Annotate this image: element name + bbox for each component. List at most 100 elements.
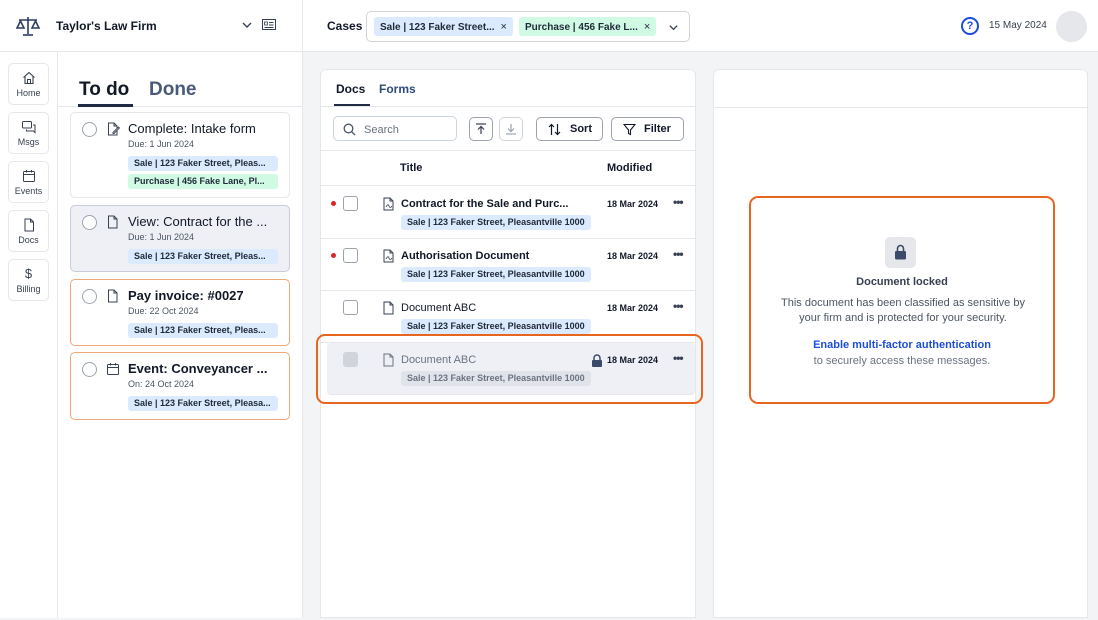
rail-item-events[interactable]: Events bbox=[8, 161, 49, 203]
document-title: Document ABC bbox=[401, 302, 477, 314]
row-checkbox[interactable] bbox=[343, 248, 358, 263]
invoice-icon bbox=[108, 289, 118, 303]
task-title: Event: Conveyancer ... bbox=[128, 361, 268, 376]
table-row[interactable]: Authorisation Document Sale | 123 Faker … bbox=[321, 239, 695, 291]
app-header: Taylor's Law Firm Cases Sale | 123 Faker… bbox=[0, 0, 1098, 52]
document-modified: 18 Mar 2024 bbox=[607, 303, 659, 313]
todo-panel: To do Done Complete: Intake form Due: 1 … bbox=[58, 52, 303, 618]
tab-forms[interactable]: Forms bbox=[379, 82, 416, 96]
scales-icon bbox=[16, 17, 40, 36]
download-button[interactable] bbox=[499, 117, 523, 141]
task-complete-radio[interactable] bbox=[82, 122, 97, 137]
rail-item-label: Billing bbox=[16, 284, 41, 294]
upload-icon bbox=[476, 123, 486, 134]
docs-tabs: Docs Forms bbox=[321, 70, 695, 107]
task-title: View: Contract for the ... bbox=[128, 214, 268, 229]
task-card[interactable]: Event: Conveyancer ... On: 24 Oct 2024 S… bbox=[70, 352, 290, 420]
filter-label: Filter bbox=[644, 123, 671, 135]
active-tab-underline bbox=[78, 104, 133, 107]
lock-badge bbox=[885, 237, 916, 268]
rail-item-home[interactable]: Home bbox=[8, 63, 49, 105]
help-icon[interactable]: ? bbox=[961, 17, 979, 35]
task-due: Due: 22 Oct 2024 bbox=[128, 306, 199, 316]
more-options-icon[interactable]: ••• bbox=[673, 195, 684, 209]
chevron-down-icon[interactable] bbox=[668, 22, 679, 33]
highlight-locked-row bbox=[316, 334, 703, 404]
case-chip-label: Purchase | 456 Fake L... bbox=[525, 22, 638, 33]
upload-button[interactable] bbox=[469, 117, 493, 141]
document-title: Contract for the Sale and Purc... bbox=[401, 198, 569, 210]
cases-multiselect[interactable]: Sale | 123 Faker Street... × Purchase | 4… bbox=[366, 11, 690, 42]
rail-item-docs[interactable]: Docs bbox=[8, 210, 49, 252]
task-card[interactable]: Complete: Intake form Due: 1 Jun 2024 Sa… bbox=[70, 112, 290, 198]
task-case-chip: Sale | 123 Faker Street, Pleas... bbox=[128, 249, 278, 264]
chevron-down-icon[interactable] bbox=[241, 19, 253, 31]
task-case-chip: Purchase | 456 Fake Lane, Pl... bbox=[128, 174, 278, 189]
signature-document-icon bbox=[383, 197, 394, 211]
sort-icon bbox=[548, 123, 561, 136]
document-view-icon bbox=[108, 215, 118, 229]
task-case-chip: Sale | 123 Faker Street, Pleas... bbox=[128, 323, 278, 338]
remove-chip-icon[interactable]: × bbox=[644, 21, 650, 33]
task-complete-radio[interactable] bbox=[82, 289, 97, 304]
document-icon bbox=[24, 218, 34, 232]
preview-divider bbox=[714, 107, 1087, 108]
firm-selector[interactable]: Taylor's Law Firm bbox=[0, 0, 303, 52]
firm-name: Taylor's Law Firm bbox=[56, 19, 157, 33]
document-case-chip: Sale | 123 Faker Street, Pleasantville 1… bbox=[401, 267, 591, 282]
locked-title: Document locked bbox=[856, 276, 948, 288]
document-modified: 18 Mar 2024 bbox=[607, 199, 659, 209]
dollar-icon: $ bbox=[24, 266, 33, 281]
task-case-chip: Sale | 123 Faker Street, Pleas... bbox=[128, 156, 278, 171]
task-card[interactable]: Pay invoice: #0027 Due: 22 Oct 2024 Sale… bbox=[70, 279, 290, 346]
rail-item-label: Home bbox=[16, 88, 41, 98]
row-checkbox[interactable] bbox=[343, 196, 358, 211]
avatar[interactable] bbox=[1056, 11, 1087, 42]
locked-description: This document has been classified as sen… bbox=[781, 297, 1025, 324]
form-edit-icon bbox=[108, 122, 120, 136]
case-chip-label: Sale | 123 Faker Street... bbox=[380, 22, 495, 33]
column-title[interactable]: Title bbox=[400, 162, 422, 174]
remove-chip-icon[interactable]: × bbox=[501, 21, 507, 33]
table-header: Title Modified bbox=[321, 150, 695, 186]
rail-item-label: Docs bbox=[18, 235, 39, 245]
tab-to-do[interactable]: To do bbox=[79, 79, 129, 101]
filter-button[interactable]: Filter bbox=[611, 117, 684, 141]
document-case-chip: Sale | 123 Faker Street, Pleasantville 1… bbox=[401, 215, 591, 230]
task-complete-radio[interactable] bbox=[82, 362, 97, 377]
rail-item-billing[interactable]: $ Billing bbox=[8, 259, 49, 301]
case-chip-sale[interactable]: Sale | 123 Faker Street... × bbox=[374, 17, 513, 36]
task-due: On: 24 Oct 2024 bbox=[128, 379, 195, 389]
document-icon bbox=[383, 301, 394, 315]
tab-docs[interactable]: Docs bbox=[336, 82, 365, 96]
sort-button[interactable]: Sort bbox=[536, 117, 603, 141]
document-case-chip: Sale | 123 Faker Street, Pleasantville 1… bbox=[401, 319, 591, 334]
task-card[interactable]: View: Contract for the ... Due: 1 Jun 20… bbox=[70, 205, 290, 272]
document-title: Authorisation Document bbox=[401, 250, 530, 262]
calendar-icon bbox=[107, 363, 119, 375]
task-case-chip: Sale | 123 Faker Street, Pleasa... bbox=[128, 396, 278, 411]
search-placeholder: Search bbox=[364, 124, 399, 136]
search-input[interactable]: Search bbox=[333, 116, 457, 141]
document-modified: 18 Mar 2024 bbox=[607, 251, 659, 261]
row-checkbox[interactable] bbox=[343, 300, 358, 315]
mfa-subtext: to securely access these messages. bbox=[813, 355, 991, 367]
rail-item-msgs[interactable]: Msgs bbox=[8, 112, 49, 154]
table-row[interactable]: Contract for the Sale and Purc... Sale |… bbox=[321, 187, 695, 239]
task-title: Pay invoice: #0027 bbox=[128, 288, 244, 303]
calendar-icon bbox=[22, 170, 35, 182]
tab-done[interactable]: Done bbox=[149, 79, 197, 101]
lock-icon bbox=[895, 244, 906, 260]
case-chip-purchase[interactable]: Purchase | 456 Fake L... × bbox=[519, 17, 657, 36]
document-locked-notice: Document locked This document has been c… bbox=[749, 196, 1055, 404]
task-title: Complete: Intake form bbox=[128, 121, 256, 136]
cases-label: Cases bbox=[327, 19, 363, 33]
task-complete-radio[interactable] bbox=[82, 215, 97, 230]
rail-item-label: Events bbox=[14, 186, 43, 196]
more-options-icon[interactable]: ••• bbox=[673, 247, 684, 261]
more-options-icon[interactable]: ••• bbox=[673, 299, 684, 313]
column-modified[interactable]: Modified bbox=[607, 162, 652, 174]
current-date: 15 May 2024 bbox=[989, 20, 1047, 31]
enable-mfa-link[interactable]: Enable multi-factor authentication bbox=[751, 339, 1053, 351]
contact-card-icon[interactable] bbox=[262, 19, 276, 30]
